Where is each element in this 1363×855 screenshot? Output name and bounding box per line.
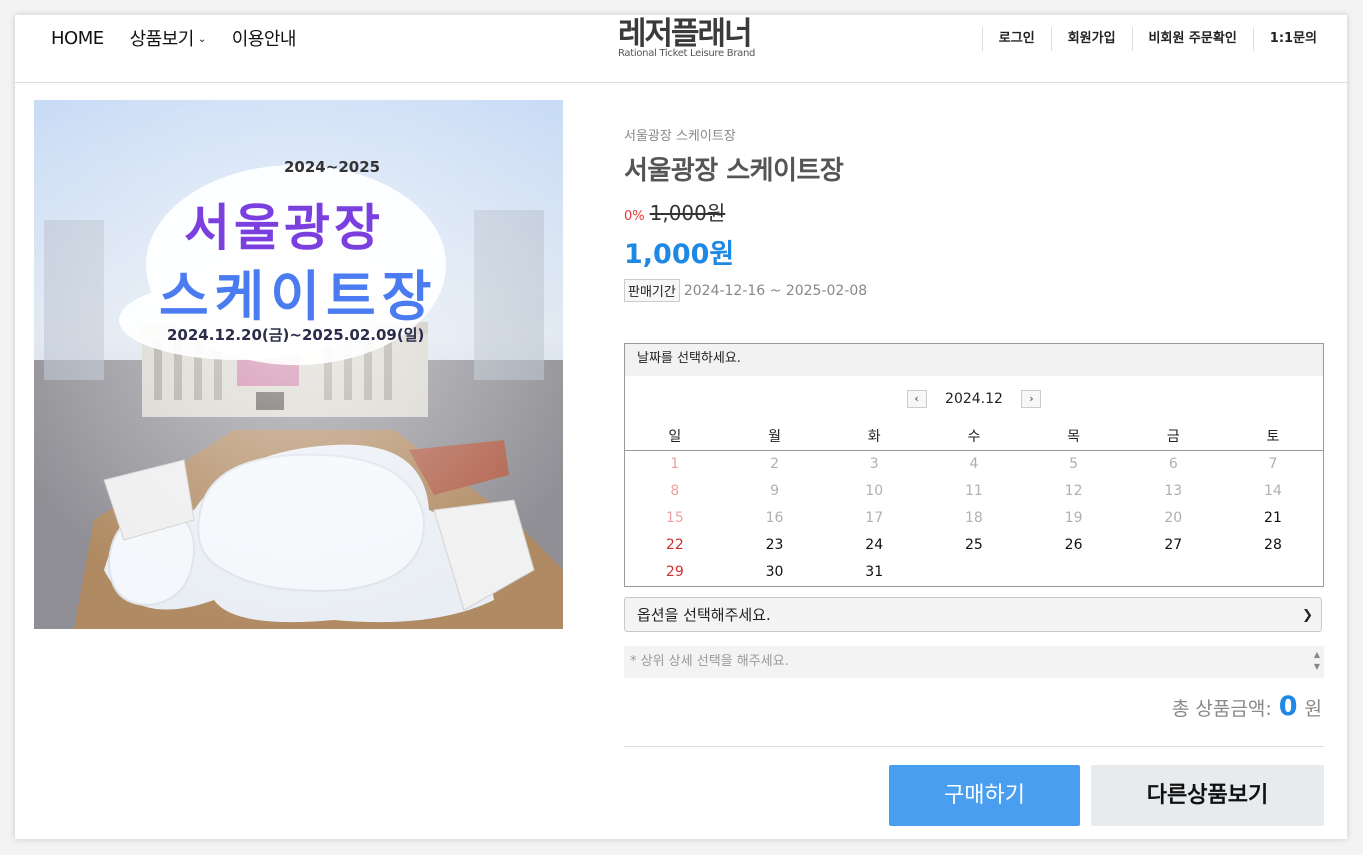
calendar-day[interactable]: 29	[625, 559, 725, 586]
calendar-day: 7	[1268, 456, 1278, 472]
poster-title-line1: 서울광장	[184, 199, 384, 257]
calendar-day: 20	[1164, 510, 1183, 526]
breadcrumb: 서울광장 스케이트장	[624, 129, 736, 144]
weekday-label: 목	[1067, 429, 1081, 445]
calendar-day: 16	[765, 510, 784, 526]
calendar-day[interactable]: 23	[725, 532, 825, 559]
calendar-day: 19	[1064, 510, 1083, 526]
weekday-label: 일	[668, 429, 682, 445]
prev-month-button[interactable]: ‹	[906, 390, 927, 408]
main-nav: HOME 상품보기 ⌄ 이용안내	[51, 25, 322, 51]
total-value: 0	[1278, 691, 1298, 722]
calendar-day: 2	[770, 456, 779, 472]
detail-textarea[interactable]: * 상위 상세 선택을 해주세요. ▲ ▼	[624, 646, 1324, 678]
discount-rate: 0%	[624, 209, 645, 224]
calendar-week: 1 2 3 4 5 6 7	[625, 451, 1323, 478]
site-logo[interactable]: 레저플래너 Rational Ticket Leisure Brand	[618, 17, 755, 59]
weekday-label: 수	[967, 429, 981, 445]
sale-price: 1,000원	[624, 239, 735, 270]
calendar-week: 8 9 10 11 12 13 14	[625, 478, 1323, 505]
calendar-day[interactable]: 30	[725, 559, 825, 586]
logo-text: 레저플래너	[618, 16, 753, 52]
calendar-days: 1 2 3 4 5 6 7 8 9 10 11 12 13 14 15 16 17 18 19 20 21 22 23 24 2…	[625, 451, 1323, 586]
calendar-month: 2024.12	[945, 391, 1003, 407]
original-price: 1,000원	[649, 201, 726, 225]
calendar-empty-cell	[1024, 559, 1124, 586]
calendar-day: 3	[869, 456, 879, 472]
calendar-day[interactable]: 31	[824, 559, 924, 586]
logo-tagline: Rational Ticket Leisure Brand	[618, 48, 756, 59]
nav-products[interactable]: 상품보기 ⌄	[129, 25, 207, 51]
total-amount: 총 상품금액: 0 원	[1172, 691, 1322, 722]
sale-period-dates: 2024-12-16 ~ 2025-02-08	[683, 282, 868, 299]
user-nav: 로그인 회원가입 비회원 주문확인 1:1문의	[981, 27, 1325, 51]
calendar-day: 12	[1064, 483, 1083, 499]
site-header: HOME 상품보기 ⌄ 이용안내 레저플래너 Rational Ticket Le…	[15, 15, 1347, 83]
next-month-button[interactable]: ›	[1021, 390, 1042, 408]
poster-title-line2: 스케이트장	[159, 265, 438, 328]
calendar-day[interactable]: 26	[1024, 532, 1124, 559]
login-link[interactable]: 로그인	[981, 27, 1051, 51]
calendar-day: 9	[770, 483, 779, 499]
calendar-week: 22 23 24 25 26 27 28	[625, 532, 1323, 559]
calendar-day[interactable]: 24	[824, 532, 924, 559]
calendar-prompt: 날짜를 선택하세요.	[625, 344, 1323, 376]
calendar-week: 29 30 31	[625, 559, 1323, 586]
calendar-empty-cell	[924, 559, 1024, 586]
product-image: 2024~2025 서울광장 스케이트장 2024.12.20(금)~2025.…	[34, 100, 563, 629]
calendar-day[interactable]: 27	[1123, 532, 1223, 559]
other-products-button[interactable]: 다른상품보기	[1091, 765, 1324, 826]
calendar-empty-cell	[1123, 559, 1223, 586]
calendar-day[interactable]: 28	[1223, 532, 1323, 559]
sale-period: 판매기간 2024-12-16 ~ 2025-02-08	[624, 279, 1324, 302]
product-title: 서울광장 스케이트장	[624, 156, 844, 186]
calendar-day: 4	[969, 456, 979, 472]
sale-period-label: 판매기간	[624, 279, 680, 302]
buy-button[interactable]: 구매하기	[889, 765, 1080, 826]
calendar-day[interactable]: 25	[924, 532, 1024, 559]
option-select-value: 옵션을 선택해주세요.	[637, 606, 771, 624]
weekday-label: 토	[1266, 429, 1280, 445]
nav-guide[interactable]: 이용안내	[232, 25, 297, 51]
guest-order-link[interactable]: 비회원 주문확인	[1131, 27, 1253, 51]
option-select[interactable]: 옵션을 선택해주세요. ❯	[624, 597, 1322, 632]
signup-link[interactable]: 회원가입	[1050, 27, 1132, 51]
calendar-day: 5	[1069, 456, 1079, 472]
calendar-empty-cell	[1223, 559, 1323, 586]
total-label: 총 상품금액:	[1171, 698, 1272, 720]
original-price-row: 0% 1,000원	[624, 197, 1324, 226]
date-calendar: 날짜를 선택하세요. ‹ 2024.12 › 일 월 화 수 목 금 토 123…	[624, 343, 1324, 587]
calendar-day: 10	[865, 483, 884, 499]
detail-placeholder: * 상위 상세 선택을 해주세요.	[630, 654, 789, 669]
calendar-day: 13	[1164, 483, 1183, 499]
calendar-weekdays: 일 월 화 수 목 금 토	[625, 426, 1323, 451]
nav-products-label: 상품보기	[129, 29, 195, 50]
inquiry-link[interactable]: 1:1문의	[1252, 27, 1325, 51]
calendar-day[interactable]: 22	[625, 532, 725, 559]
calendar-day: 15	[665, 510, 684, 526]
page-frame: HOME 상품보기 ⌄ 이용안내 레저플래너 Rational Ticket Le…	[15, 15, 1347, 839]
calendar-day: 6	[1168, 456, 1178, 472]
calendar-month-nav: ‹ 2024.12 ›	[625, 390, 1323, 408]
calendar-day: 14	[1264, 483, 1282, 499]
chevron-down-icon: ❯	[1302, 608, 1313, 623]
calendar-day: 17	[865, 510, 884, 526]
calendar-day[interactable]: 21	[1223, 505, 1323, 532]
calendar-day: 8	[670, 483, 680, 499]
calendar-week: 15 16 17 18 19 20 21	[625, 505, 1323, 532]
poster-dates: 2024.12.20(금)~2025.02.09(일)	[167, 326, 425, 344]
chevron-down-icon: ⌄	[197, 34, 206, 45]
nav-home[interactable]: HOME	[51, 28, 104, 49]
calendar-day: 1	[670, 456, 680, 472]
weekday-label: 월	[768, 429, 781, 445]
weekday-label: 화	[867, 429, 881, 445]
total-unit: 원	[1304, 698, 1322, 720]
divider	[624, 746, 1324, 747]
calendar-day: 11	[964, 483, 983, 499]
weekday-label: 금	[1166, 429, 1180, 445]
product-info: 서울광장 스케이트장 서울광장 스케이트장 0% 1,000원 1,000원 판…	[624, 125, 1324, 302]
scroll-arrows-icon[interactable]: ▲ ▼	[1314, 649, 1320, 673]
poster-years: 2024~2025	[284, 158, 381, 176]
calendar-day: 18	[964, 510, 983, 526]
